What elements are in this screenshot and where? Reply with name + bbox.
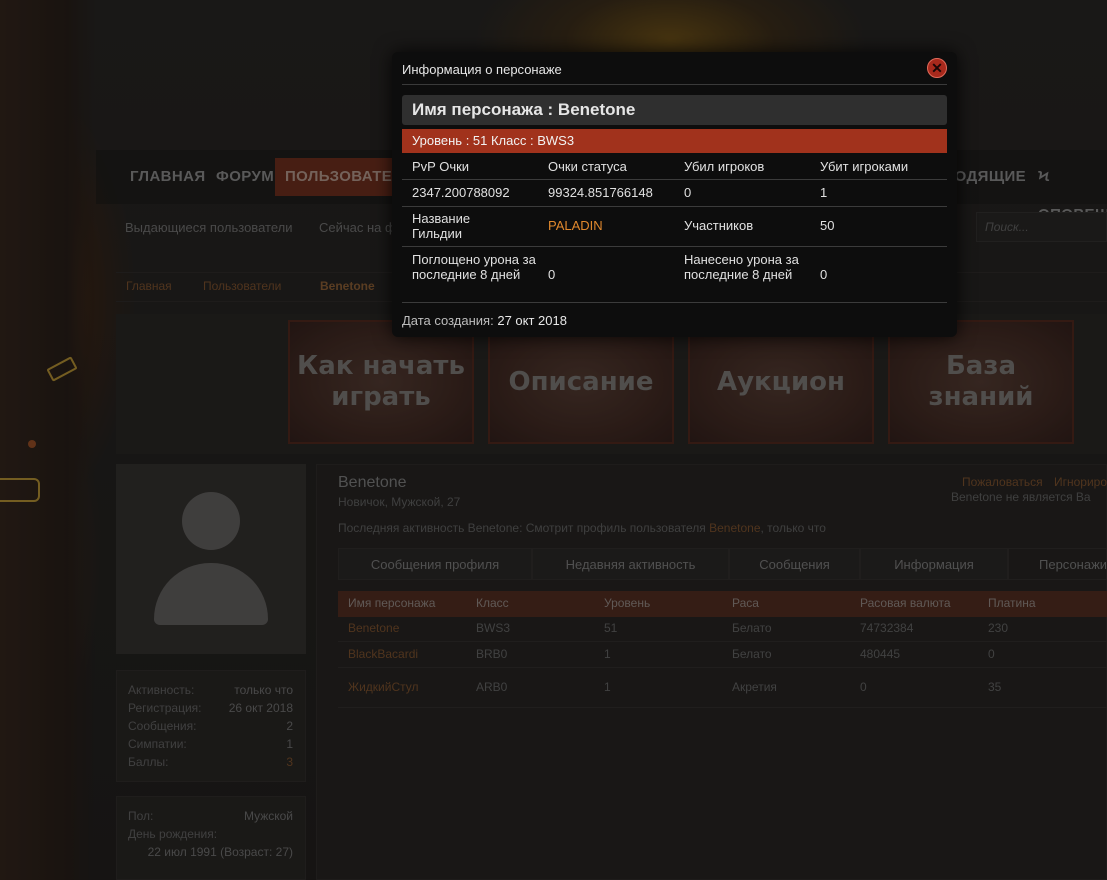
creation-date-label: Дата создания: xyxy=(402,313,494,328)
divider xyxy=(402,84,947,85)
kills-value: 0 xyxy=(684,185,692,200)
divider xyxy=(402,246,947,247)
close-icon[interactable]: ✕ xyxy=(927,58,947,78)
modal-title: Информация о персонаже xyxy=(402,62,562,77)
character-info-modal: Информация о персонаже ✕ Имя персонажа :… xyxy=(392,52,957,337)
character-name-heading: Имя персонажа : Benetone xyxy=(402,95,947,125)
absorbed-label: Поглощено урона за последние 8 дней xyxy=(412,252,536,282)
pvp-label: PvP Очки xyxy=(412,159,470,174)
divider xyxy=(402,179,947,180)
members-value: 50 xyxy=(820,218,835,233)
character-level-class: Уровень : 51 Класс : BWS3 xyxy=(402,129,947,153)
kills-label: Убил игроков xyxy=(684,159,765,174)
status-label: Очки статуса xyxy=(548,159,627,174)
deaths-label: Убит игроками xyxy=(820,159,909,174)
divider xyxy=(402,302,947,303)
deaths-value: 1 xyxy=(820,185,828,200)
pvp-value: 2347.200788092 xyxy=(412,185,510,200)
creation-date: Дата создания: 27 окт 2018 xyxy=(402,313,567,328)
absorbed-value: 0 xyxy=(548,267,556,282)
creation-date-value: 27 окт 2018 xyxy=(497,313,567,328)
guild-link[interactable]: PALADIN xyxy=(548,218,603,233)
dealt-value: 0 xyxy=(820,267,828,282)
guild-label: Название Гильдии xyxy=(412,211,471,241)
members-label: Участников xyxy=(684,218,754,233)
dealt-label: Нанесено урона за последние 8 дней xyxy=(684,252,799,282)
status-value: 99324.851766148 xyxy=(548,185,653,200)
divider xyxy=(402,206,947,207)
